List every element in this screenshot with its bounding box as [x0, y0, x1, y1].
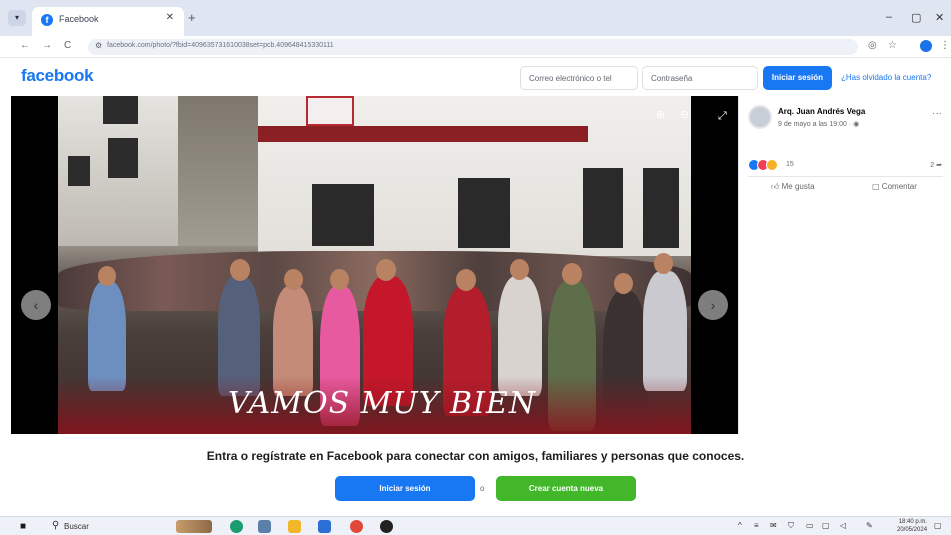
- taskbar-clock[interactable]: 18:40 p.m. 20/05/2024: [897, 518, 927, 534]
- facebook-logo[interactable]: facebook: [21, 66, 94, 86]
- like-label: Me gusta: [781, 182, 815, 191]
- file-explorer-icon[interactable]: [288, 520, 301, 533]
- header-login-button[interactable]: Iniciar sesión: [763, 66, 832, 90]
- email-field[interactable]: Correo electrónico o tel: [520, 66, 638, 90]
- widgets-icon[interactable]: [176, 520, 212, 533]
- facebook-favicon-icon: f: [41, 14, 53, 26]
- share-icon: ➦: [936, 162, 942, 169]
- tab-title: Facebook: [59, 14, 99, 24]
- edge-browser-icon[interactable]: [230, 520, 243, 533]
- site-info-icon[interactable]: ⚙: [95, 41, 102, 50]
- zoom-out-icon[interactable]: ⊖: [680, 108, 689, 121]
- photo-roof-band: [258, 126, 588, 142]
- minimize-button[interactable]: –: [886, 11, 892, 23]
- photo-slogan-text: VAMOS MUY BIEN: [228, 386, 537, 421]
- more-options-icon[interactable]: ···: [932, 108, 942, 119]
- post-timestamp[interactable]: 9 de mayo a las 19:00 · ◉: [778, 120, 859, 128]
- next-photo-button[interactable]: ›: [698, 290, 728, 320]
- public-globe-icon: ◉: [853, 121, 860, 128]
- lens-icon[interactable]: ◎: [868, 40, 877, 51]
- maximize-button[interactable]: ▢: [911, 11, 921, 24]
- browser-tab-strip: ▾ f Facebook ✕ + – ▢ ✕: [0, 0, 951, 36]
- cta-or-separator: o: [480, 484, 485, 493]
- tab-close-icon[interactable]: ✕: [166, 12, 174, 23]
- like-button[interactable]: 👍︎ Me gusta: [771, 182, 815, 192]
- taskbar-search-icon[interactable]: ⚲: [52, 520, 59, 531]
- care-reaction-icon: [766, 159, 778, 171]
- tray-chevron-icon[interactable]: ^: [738, 521, 742, 530]
- photo-building-left: [58, 96, 178, 246]
- share-count-value: 2: [930, 162, 935, 169]
- previous-photo-button[interactable]: ‹: [21, 290, 51, 320]
- reload-button[interactable]: C: [64, 40, 71, 51]
- tray-network-icon[interactable]: ≡: [754, 521, 759, 530]
- address-url: facebook.com/photo/?fbid=409635731610038…: [107, 42, 334, 49]
- comment-icon: ▢: [872, 182, 880, 191]
- windows-start-icon[interactable]: ■: [20, 521, 26, 532]
- post-details-panel: Arq. Juan Andrés Vega 9 de mayo a las 19…: [738, 96, 951, 434]
- author-avatar[interactable]: [748, 105, 772, 129]
- tab-search-button[interactable]: ▾: [8, 10, 26, 26]
- comment-label: Comentar: [881, 182, 917, 191]
- photo-banner: [306, 96, 354, 126]
- post-date-text: 9 de mayo a las 19:00 ·: [778, 121, 854, 128]
- thumbs-up-icon: 👍︎: [771, 182, 780, 191]
- chrome-icon[interactable]: [350, 520, 363, 533]
- address-bar[interactable]: ⚙ facebook.com/photo/?fbid=4096357316100…: [88, 39, 858, 55]
- bookmark-star-icon[interactable]: ☆: [888, 40, 897, 51]
- create-account-button[interactable]: Crear cuenta nueva: [496, 476, 636, 501]
- fullscreen-icon[interactable]: ⤢: [718, 110, 727, 123]
- clock-date: 20/05/2024: [897, 527, 928, 533]
- tray-display-icon[interactable]: ▭: [806, 521, 814, 530]
- forgot-account-link[interactable]: ¿Has olvidado la cuenta?: [841, 73, 931, 82]
- facebook-header: facebook Correo electrónico o tel Contra…: [0, 58, 951, 96]
- back-button[interactable]: ←: [20, 40, 30, 51]
- cta-login-button[interactable]: Iniciar sesión: [335, 476, 475, 501]
- share-count[interactable]: 2 ➦: [930, 161, 942, 169]
- panel-divider: [748, 176, 943, 177]
- windows-taskbar: ■ ⚲ Buscar ^ ≡ ✉ ⛉ ▭ ▢ ◁ ✎ 18:40 p.m. 20…: [0, 516, 951, 535]
- tray-shield-icon[interactable]: ⛉: [788, 521, 794, 531]
- comment-button[interactable]: ▢ Comentar: [872, 182, 917, 191]
- browser-tab-facebook[interactable]: f Facebook ✕: [32, 7, 184, 36]
- post-photo: VAMOS MUY BIEN ⊕ ⊖: [58, 96, 691, 434]
- signup-prompt-text: Entra o regístrate en Facebook para cone…: [206, 449, 745, 463]
- photo-viewer: VAMOS MUY BIEN ⊕ ⊖ ⤢ ‹ ›: [11, 96, 738, 434]
- clock-time: 18:40 p.m.: [898, 519, 927, 525]
- tray-chat-icon[interactable]: ▢: [822, 521, 830, 530]
- close-window-button[interactable]: ✕: [935, 11, 944, 24]
- browser-menu-icon[interactable]: ⋮: [940, 40, 950, 51]
- tray-mail-icon[interactable]: ✉: [770, 521, 777, 530]
- task-view-icon[interactable]: [258, 520, 271, 533]
- browser-toolbar: ← → C ⚙ facebook.com/photo/?fbid=4096357…: [0, 36, 951, 58]
- zoom-in-icon[interactable]: ⊕: [656, 108, 665, 121]
- notification-icon[interactable]: ▢: [934, 521, 942, 530]
- store-icon[interactable]: [318, 520, 331, 533]
- reaction-count[interactable]: 15: [786, 161, 794, 168]
- post-author-name[interactable]: Arq. Juan Andrés Vega: [778, 107, 865, 116]
- new-tab-button[interactable]: +: [188, 10, 196, 25]
- forward-button[interactable]: →: [42, 40, 52, 51]
- media-player-icon[interactable]: [380, 520, 393, 533]
- password-field[interactable]: Contraseña: [642, 66, 758, 90]
- tray-pen-icon[interactable]: ✎: [866, 521, 873, 530]
- taskbar-search-label[interactable]: Buscar: [64, 522, 89, 531]
- profile-avatar-icon[interactable]: [920, 40, 932, 52]
- tray-volume-icon[interactable]: ◁: [840, 521, 846, 530]
